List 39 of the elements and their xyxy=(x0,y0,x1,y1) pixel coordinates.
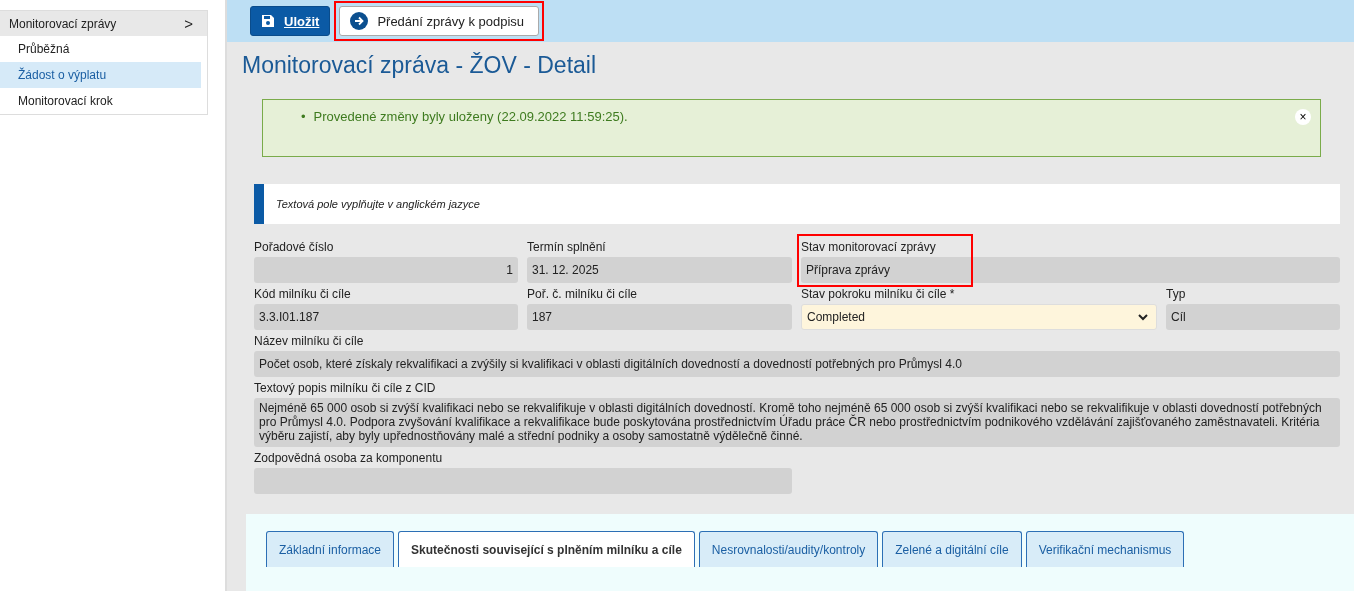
tab[interactable]: Zelené a digitální cíle xyxy=(882,531,1022,567)
field-label: Zodpovědná osoba za komponentu xyxy=(254,451,444,465)
menu-title: Monitorovací zprávy xyxy=(9,16,117,31)
field-label: Textový popis milníku či cíle z CID xyxy=(254,381,437,395)
input-field[interactable]: 187 xyxy=(527,304,792,330)
field-label: Typ xyxy=(1166,287,1187,301)
alert-message: Provedené změny byly uloženy (22.09.2022 11:59:25). xyxy=(313,109,628,124)
tab[interactable]: Základní informace xyxy=(266,531,395,567)
menu-header[interactable]: Monitorovací zprávy > xyxy=(0,11,207,36)
close-button[interactable]: × xyxy=(1295,109,1311,125)
submit-button[interactable]: Předání zprávy k podpisu xyxy=(339,6,540,36)
menu-item[interactable]: Monitorovací krok xyxy=(0,88,201,114)
menu-item[interactable]: Žádost o výplatu xyxy=(0,62,201,88)
input-field[interactable]: 31. 12. 2025 xyxy=(527,257,792,283)
input-field[interactable]: Nejméně 65 000 osob si zvýší kvalifikaci nebo se rekvalifikuje v oblasti digitálních dovedností. Kromě toho nejméně 65 000 osob si zvýší kvalifikaci nebo se rekvalifikuje v oblasti dovedností potřebných pro Průmysl 4.0. Podpora zvyšování kvalifikace a rekvalifikace bude poskytována prostřednictvím Úřadu práce ČR nebo prostřednictvím podnikového vzdělávání zajišťovaného zaměstnavateli. Kritéria výběru zajistí, aby byly upřednostňovány malé a střední podniky a osoby samostatně výdělečně činné. xyxy=(254,398,1340,447)
field-label: Stav pokroku milníku či cíle * xyxy=(801,287,956,301)
input-field[interactable]: 3.3.I01.187 xyxy=(254,304,518,330)
chevron-down-icon xyxy=(1138,313,1148,321)
arrow-right-icon xyxy=(350,12,369,30)
tab[interactable]: Skutečnosti související s plněním milníku a cíle xyxy=(398,531,695,567)
input-field[interactable]: Cíl xyxy=(1166,304,1340,330)
field-label: Stav monitorovací zprávy xyxy=(801,240,937,254)
tab[interactable]: Verifikační mechanismus xyxy=(1025,531,1185,567)
chevron-icon: > xyxy=(184,15,193,32)
field-label: Pořadové číslo xyxy=(254,240,335,254)
input-field[interactable]: 1 xyxy=(254,257,518,283)
field-label: Kód milníku či cíle xyxy=(254,287,352,301)
status-dropdown[interactable]: Completed xyxy=(801,304,1157,330)
field-label: Poř. č. milníku či cíle xyxy=(527,287,639,301)
save-button[interactable]: Uložit xyxy=(250,6,331,36)
input-field[interactable]: Počet osob, které získaly rekvalifikaci a zvýšily si kvalifikaci v oblasti digitálních dovedností a dovedností potřebných pro Průmysl 4.0 xyxy=(254,351,1340,377)
field-label: Název milníku či cíle xyxy=(254,334,365,348)
input-field[interactable]: Příprava zprávy xyxy=(801,257,1340,283)
menu-item[interactable]: Průběžná xyxy=(0,36,201,62)
tab[interactable]: Nesrovnalosti/audity/kontroly xyxy=(698,531,879,567)
info-text: Textová pole vyplňujte v anglickém jazyce xyxy=(276,198,480,210)
page-title: Monitorovací zpráva - ŽOV - Detail xyxy=(242,52,598,79)
bullet-icon: • xyxy=(301,109,306,124)
field-label: Termín splnění xyxy=(527,240,607,254)
